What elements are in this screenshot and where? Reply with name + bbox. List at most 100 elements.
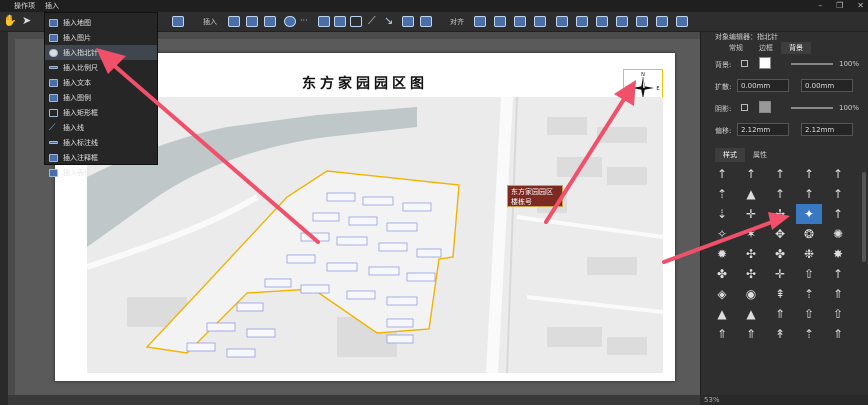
image-icon[interactable] bbox=[246, 16, 258, 27]
dots-icon[interactable]: ··· bbox=[300, 16, 308, 25]
arrow-up-icon[interactable]: ⇑ bbox=[738, 324, 764, 344]
map-icon[interactable] bbox=[228, 16, 240, 27]
shadow-checkbox[interactable] bbox=[741, 104, 748, 111]
arrow-up-icon[interactable]: ↟ bbox=[767, 324, 793, 344]
line-icon[interactable]: ⟋ bbox=[368, 14, 376, 28]
picture-icon[interactable] bbox=[264, 16, 276, 27]
arrow-up-icon[interactable]: ⇑ bbox=[825, 284, 851, 304]
arrow-up-thin-icon[interactable]: ↑ bbox=[738, 164, 764, 184]
compass-rose-icon[interactable]: ✛ bbox=[767, 264, 793, 284]
ellipse-icon[interactable] bbox=[284, 16, 296, 27]
shadow-opacity-slider[interactable] bbox=[791, 107, 833, 109]
map-frame[interactable]: 东方家园园区楼栋号 bbox=[87, 97, 663, 373]
restore-icon[interactable]: ❐ bbox=[836, 0, 843, 12]
menu-operations[interactable]: 操作项 bbox=[14, 0, 35, 12]
align-top-icon[interactable] bbox=[616, 16, 628, 27]
panel-scrollbar[interactable] bbox=[862, 172, 866, 262]
menu-item-insert-image[interactable]: 插入图片 bbox=[45, 30, 157, 45]
tab-style[interactable]: 样式 bbox=[715, 148, 745, 162]
arrow-line-icon[interactable]: ↘ bbox=[384, 14, 393, 27]
minimize-icon[interactable]: – bbox=[818, 0, 822, 12]
zoom-level[interactable]: 53% bbox=[704, 396, 720, 404]
arrow-up-icon[interactable]: ⇞ bbox=[767, 284, 793, 304]
align-right-icon[interactable] bbox=[596, 16, 608, 27]
frame-icon[interactable] bbox=[172, 16, 184, 27]
arrow-up-icon[interactable]: ↑ bbox=[767, 184, 793, 204]
arrow-up-icon[interactable]: ⇡ bbox=[796, 324, 822, 344]
align-bottom-icon[interactable] bbox=[656, 16, 668, 27]
offset-y-field[interactable]: 2.12mm bbox=[801, 123, 853, 136]
compass-rose-icon[interactable]: ✤ bbox=[767, 244, 793, 264]
shield-arrow-icon[interactable]: ◈ bbox=[709, 284, 735, 304]
arrow-up-icon[interactable]: ⇧ bbox=[825, 304, 851, 324]
compass-rose-icon[interactable]: ✶ bbox=[738, 224, 764, 244]
compass-rose-icon[interactable]: ❉ bbox=[796, 244, 822, 264]
menu-item-insert-comment-box[interactable]: 插入注释框 bbox=[45, 150, 157, 165]
shadow-color-swatch[interactable] bbox=[759, 101, 771, 113]
menu-item-insert-table[interactable]: 插入表格 bbox=[45, 165, 157, 180]
list-icon[interactable] bbox=[334, 16, 346, 27]
compass-rose-icon[interactable]: ✧ bbox=[709, 224, 735, 244]
arrow-up-icon[interactable]: ⇑ bbox=[767, 304, 793, 324]
menu-item-insert-text[interactable]: 插入文本 bbox=[45, 75, 157, 90]
pointer-icon[interactable]: ➤ bbox=[22, 14, 31, 27]
background-color-swatch[interactable] bbox=[759, 57, 771, 69]
arrow-up-icon[interactable]: ↑ bbox=[796, 184, 822, 204]
pan-hand-icon[interactable]: ✋ bbox=[3, 14, 17, 27]
layer-top-icon[interactable] bbox=[514, 16, 526, 27]
north-triangle-icon[interactable]: ▲ bbox=[709, 304, 735, 324]
comment-icon[interactable] bbox=[402, 16, 414, 27]
compass-rose-icon[interactable]: ❂ bbox=[796, 224, 822, 244]
layer-down-icon[interactable] bbox=[494, 16, 506, 27]
menu-item-insert-north-arrow[interactable]: 插入指北针 bbox=[45, 45, 157, 60]
arrow-up-icon[interactable]: ⇧ bbox=[796, 304, 822, 324]
background-opacity-slider[interactable] bbox=[791, 63, 833, 65]
table-icon[interactable] bbox=[420, 16, 432, 27]
compass-rose-icon[interactable]: ✸ bbox=[825, 244, 851, 264]
arrow-up-icon[interactable]: ⇧ bbox=[796, 264, 822, 284]
shield-arrow-icon[interactable]: ◉ bbox=[738, 284, 764, 304]
tab-general[interactable]: 常规 bbox=[721, 42, 751, 54]
align-center-icon[interactable] bbox=[576, 16, 588, 27]
menu-item-insert-map[interactable]: 插入地图 bbox=[45, 15, 157, 30]
arrow-up-bold-icon[interactable]: ⇡ bbox=[709, 184, 735, 204]
arrow-up-icon[interactable]: ⇑ bbox=[825, 324, 851, 344]
arrow-up-icon[interactable]: ⇡ bbox=[796, 284, 822, 304]
compass-rose-icon[interactable]: ✣ bbox=[738, 244, 764, 264]
menu-item-insert-legend[interactable]: 插入图例 bbox=[45, 90, 157, 105]
expand-x-field[interactable]: 0.00mm bbox=[737, 79, 789, 92]
menu-item-insert-scale[interactable]: 插入比例尺 bbox=[45, 60, 157, 75]
expand-y-field[interactable]: 0.00mm bbox=[801, 79, 853, 92]
pin-icon[interactable]: ⇣ bbox=[709, 204, 735, 224]
arrow-up-icon[interactable]: ↑ bbox=[825, 204, 851, 224]
arrow-up-icon[interactable]: ↑ bbox=[825, 184, 851, 204]
align-left-icon[interactable] bbox=[556, 16, 568, 27]
compass-rose-icon[interactable]: ✤ bbox=[709, 264, 735, 284]
north-triangle-icon[interactable]: ▲ bbox=[738, 304, 764, 324]
menu-item-insert-rectangle[interactable]: 插入矩形框 bbox=[45, 105, 157, 120]
text-box-icon[interactable] bbox=[318, 16, 330, 27]
compass-rose-icon[interactable]: ✺ bbox=[825, 224, 851, 244]
compass-rose-icon[interactable]: ✹ bbox=[709, 244, 735, 264]
compass-selected-icon[interactable]: ✦ bbox=[796, 204, 822, 224]
tab-properties[interactable]: 属性 bbox=[745, 148, 775, 162]
arrow-up-thin-icon[interactable]: ↑ bbox=[767, 164, 793, 184]
rectangle-icon[interactable] bbox=[350, 16, 362, 27]
arrow-up-thin-icon[interactable]: ↑ bbox=[709, 164, 735, 184]
close-icon[interactable]: ✕ bbox=[857, 0, 864, 12]
arrow-up-icon[interactable]: ↑ bbox=[796, 164, 822, 184]
arrow-up-icon[interactable]: ↑ bbox=[825, 264, 851, 284]
background-checkbox[interactable] bbox=[741, 60, 748, 67]
layer-bottom-icon[interactable] bbox=[534, 16, 546, 27]
cross-icon[interactable]: ✢ bbox=[767, 204, 793, 224]
arrow-up-filled-icon[interactable]: ▲ bbox=[738, 184, 764, 204]
compass-rose-icon[interactable]: ✣ bbox=[738, 264, 764, 284]
arrow-up-icon[interactable]: ⇑ bbox=[709, 324, 735, 344]
tab-background[interactable]: 背景 bbox=[781, 42, 811, 54]
menu-insert[interactable]: 插入 bbox=[45, 0, 59, 12]
arrow-up-icon[interactable]: ↑ bbox=[825, 164, 851, 184]
compass-rose-icon[interactable]: ✥ bbox=[767, 224, 793, 244]
cross-icon[interactable]: ✛ bbox=[738, 204, 764, 224]
building-label-box[interactable]: 东方家园园区楼栋号 bbox=[507, 185, 563, 207]
menu-item-insert-line[interactable]: ⟋ 插入线 bbox=[45, 120, 157, 135]
